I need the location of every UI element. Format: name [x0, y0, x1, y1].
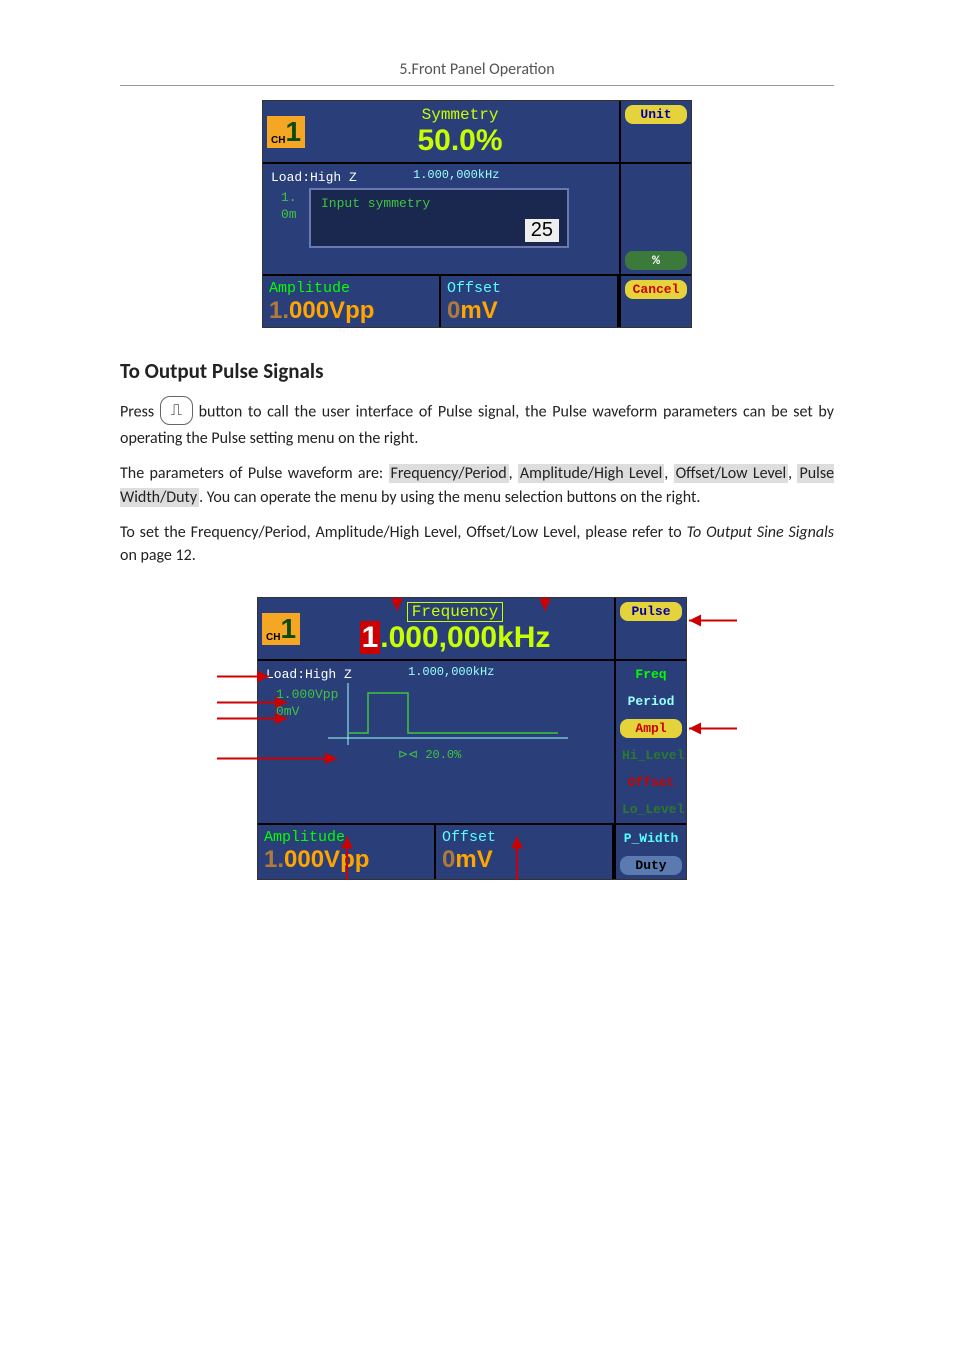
- duty-button[interactable]: Duty: [620, 856, 682, 875]
- page-header: 5.Front Panel Operation: [120, 60, 834, 86]
- ch-number: 1: [285, 118, 301, 146]
- period-span: 1.000,000kHz: [413, 168, 499, 182]
- offset-button[interactable]: Offset: [620, 773, 682, 792]
- paragraph-2: The parameters of Pulse waveform are: Fr…: [120, 462, 834, 508]
- instrument-display-symmetry: CH 1 Symmetry 50.0% Unit Load:High Z 1.0…: [262, 100, 692, 328]
- period-span: 1.000,000kHz: [408, 665, 494, 679]
- amplitude-label: Amplitude: [269, 280, 350, 297]
- amplitude-value: 1.000Vpp: [264, 846, 369, 873]
- input-popup: Input symmetry 25: [309, 188, 569, 248]
- offset-value: 0mV: [447, 297, 498, 324]
- percent-button[interactable]: %: [625, 251, 687, 270]
- amplitude-label: Amplitude: [264, 829, 345, 846]
- param-name: Frequency: [407, 602, 503, 622]
- pwidth-button[interactable]: P_Width: [620, 829, 682, 848]
- offset-label: Offset: [442, 829, 496, 846]
- period-button[interactable]: Period: [620, 692, 682, 711]
- param-value: 1.000,000kHz: [300, 621, 610, 655]
- offset-value: 0mV: [442, 846, 493, 873]
- unit-button[interactable]: Unit: [625, 105, 687, 124]
- duty-annotation: ⊳⊲ 20.0%: [398, 747, 461, 762]
- ch-label: CH: [266, 632, 280, 643]
- offset-label: Offset: [447, 280, 501, 297]
- ch-label: CH: [271, 135, 285, 146]
- instrument-display-pulse: CH 1 Frequency 1.000,000kHz Pulse Load:H…: [257, 597, 687, 880]
- ampl-button[interactable]: Ampl: [620, 719, 682, 738]
- cancel-button[interactable]: Cancel: [625, 280, 687, 299]
- pulse-button[interactable]: Pulse: [620, 602, 682, 621]
- param-value: 50.0%: [305, 124, 615, 158]
- channel-badge: CH 1: [262, 613, 300, 645]
- pulse-waveform-plot: [328, 683, 568, 745]
- lolevel-button[interactable]: Lo_Level: [620, 800, 682, 819]
- param-name: Symmetry: [422, 106, 499, 124]
- popup-value[interactable]: 25: [525, 219, 559, 242]
- section-heading: To Output Pulse Signals: [120, 358, 834, 384]
- ch-number: 1: [280, 615, 296, 643]
- amplitude-value: 1.000Vpp: [269, 297, 374, 324]
- wave-values: 1. 0m: [281, 190, 297, 224]
- hilevel-button[interactable]: Hi_Level: [620, 746, 682, 765]
- paragraph-3: To set the Frequency/Period, Amplitude/H…: [120, 521, 834, 567]
- load-label: Load:High Z: [266, 667, 352, 682]
- paragraph-1: Press ⎍ button to call the user interfac…: [120, 398, 834, 450]
- pulse-icon: ⎍: [160, 396, 193, 425]
- freq-button[interactable]: Freq: [620, 665, 682, 684]
- channel-badge: CH 1: [267, 116, 305, 148]
- load-label: Load:High Z: [271, 170, 357, 185]
- popup-label: Input symmetry: [321, 196, 430, 211]
